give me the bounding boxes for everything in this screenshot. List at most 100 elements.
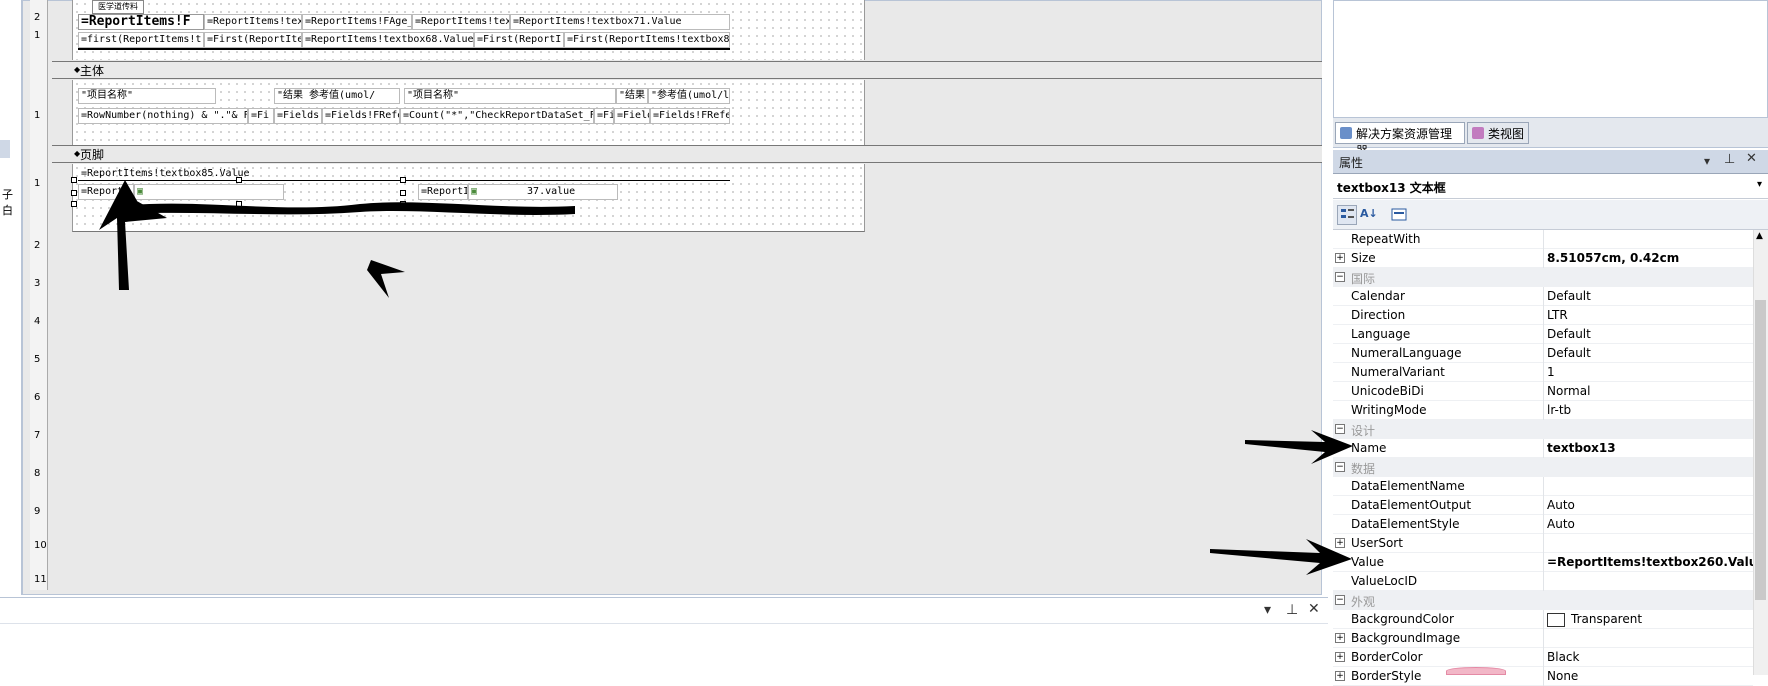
property-row[interactable]: BackgroundColor Transparent	[1333, 610, 1753, 629]
tab-class-view[interactable]: 类视图	[1467, 122, 1529, 144]
dropdown-icon[interactable]: ▾	[1264, 602, 1271, 618]
property-grid[interactable]: RepeatWith + Size 8.51057cm, 0.42cm − 国际 Calen…	[1333, 230, 1765, 686]
property-row[interactable]: UnicodeBiDi Normal	[1333, 382, 1753, 401]
property-row[interactable]: DataElementStyle Auto	[1333, 515, 1753, 534]
left-toolbox-strip: 子 白	[0, 0, 22, 595]
header-textbox[interactable]: =ReportItems!textbox71.Value	[510, 14, 730, 30]
header-textbox[interactable]: =ReportItems!textbox68.Value	[302, 32, 474, 48]
table-detail-cell[interactable]: =Fi	[248, 108, 274, 124]
property-value[interactable]: Default	[1547, 327, 1591, 341]
categorized-button[interactable]	[1337, 205, 1357, 225]
property-row[interactable]: RepeatWith	[1333, 230, 1753, 249]
table-header-cell[interactable]: "结果 参考值(umol/	[274, 88, 400, 104]
close-icon[interactable]: ✕	[1308, 601, 1320, 617]
scroll-up-icon[interactable]: ▲	[1756, 231, 1763, 241]
property-value[interactable]: 1	[1547, 365, 1555, 379]
pin-icon[interactable]: ⊥	[1724, 152, 1735, 167]
property-value[interactable]: lr-tb	[1547, 403, 1571, 417]
property-value[interactable]: Transparent	[1547, 612, 1642, 627]
selection-handle[interactable]	[236, 177, 242, 183]
header-textbox[interactable]: =ReportItems!tex	[204, 14, 302, 30]
header-textbox[interactable]: =first(ReportItems!t	[78, 32, 204, 48]
left-strip-char: 白	[2, 204, 13, 217]
header-textbox[interactable]: =First(ReportIte	[204, 32, 302, 48]
body-band-header[interactable]: 主体	[52, 61, 1322, 79]
property-name: Calendar	[1351, 289, 1405, 303]
header-textbox[interactable]: =ReportItems!F	[78, 14, 204, 30]
property-category[interactable]: − 外观	[1333, 591, 1753, 610]
collapse-icon[interactable]: −	[1335, 595, 1345, 605]
property-value[interactable]: Default	[1547, 346, 1591, 360]
selection-handle[interactable]	[400, 177, 406, 183]
close-icon[interactable]: ✕	[1746, 151, 1757, 166]
pin-icon[interactable]: ⊥	[1286, 602, 1298, 618]
property-category[interactable]: − 数据	[1333, 458, 1753, 477]
property-row[interactable]: DataElementName	[1333, 477, 1753, 496]
solution-explorer-content[interactable]	[1333, 0, 1768, 118]
object-selector[interactable]: textbox13 文本框 ▾	[1333, 175, 1768, 199]
property-row[interactable]: Name textbox13	[1333, 439, 1753, 458]
selection-handle[interactable]	[71, 201, 77, 207]
property-value[interactable]: Default	[1547, 289, 1591, 303]
property-category[interactable]: − 国际	[1333, 268, 1753, 287]
property-value[interactable]: None	[1547, 669, 1578, 683]
table-header-cell[interactable]: "参考值(umol/l	[648, 88, 730, 104]
expand-icon[interactable]: +	[1335, 633, 1345, 643]
header-textbox[interactable]: =First(ReportI	[474, 32, 564, 48]
table-detail-cell[interactable]: =Fields!FRefe	[322, 108, 400, 124]
property-row[interactable]: Direction LTR	[1333, 306, 1753, 325]
tab-solution-explorer[interactable]: 解决方案资源管理器	[1335, 122, 1465, 158]
property-row[interactable]: ValueLocID	[1333, 572, 1753, 591]
property-category[interactable]: − 设计	[1333, 420, 1753, 439]
table-detail-cell[interactable]: =RowNumber(nothing) & "."& Fie	[78, 108, 248, 124]
property-row[interactable]: + BorderStyle None	[1333, 667, 1753, 686]
ruler-mark: 1	[34, 110, 41, 121]
column-divider	[1543, 496, 1544, 515]
table-detail-cell[interactable]: =Count("*","CheckReportDataSet_F	[400, 108, 594, 124]
table-header-cell[interactable]: "项目名称"	[78, 88, 216, 104]
header-textbox[interactable]: =First(ReportItems!textbox83	[564, 32, 730, 48]
header-textbox[interactable]: =ReportItems!tex	[412, 14, 510, 30]
logo-image[interactable]: 医学道传料	[92, 0, 144, 14]
property-row[interactable]: DataElementOutput Auto	[1333, 496, 1753, 515]
property-row[interactable]: Language Default	[1333, 325, 1753, 344]
scrollbar-thumb[interactable]	[1755, 300, 1766, 600]
property-row[interactable]: WritingMode lr-tb	[1333, 401, 1753, 420]
expand-icon[interactable]: +	[1335, 652, 1345, 662]
property-row[interactable]: NumeralLanguage Default	[1333, 344, 1753, 363]
property-value[interactable]: =ReportItems!textbox260.Value	[1547, 555, 1765, 569]
property-row[interactable]: + Size 8.51057cm, 0.42cm	[1333, 249, 1753, 268]
collapsed-tab[interactable]	[0, 140, 10, 158]
property-value[interactable]: Normal	[1547, 384, 1590, 398]
collapse-icon[interactable]: −	[1335, 272, 1345, 282]
table-detail-cell[interactable]: =Fields	[274, 108, 322, 124]
property-row[interactable]: NumeralVariant 1	[1333, 363, 1753, 382]
property-row[interactable]: + BorderColor Black	[1333, 648, 1753, 667]
bottom-pane-header	[0, 600, 1328, 624]
property-row[interactable]: Value =ReportItems!textbox260.Value	[1333, 553, 1765, 572]
table-detail-cell[interactable]: =Fi	[594, 108, 614, 124]
property-row[interactable]: + BackgroundImage	[1333, 629, 1753, 648]
property-pages-button[interactable]	[1389, 205, 1409, 225]
property-value[interactable]: Auto	[1547, 498, 1575, 512]
expand-icon[interactable]: +	[1335, 671, 1345, 681]
property-value[interactable]: 8.51057cm, 0.42cm	[1547, 251, 1679, 265]
dropdown-icon[interactable]: ▾	[1704, 154, 1710, 168]
property-value[interactable]: LTR	[1547, 308, 1568, 322]
property-value[interactable]: Black	[1547, 650, 1579, 664]
header-textbox[interactable]: =ReportItems!FAge_	[302, 14, 412, 30]
table-header-cell[interactable]: "结果	[616, 88, 648, 104]
property-value[interactable]: textbox13	[1547, 441, 1616, 455]
table-header-cell[interactable]: "项目名称"	[404, 88, 616, 104]
alphabetical-button[interactable]: A↓	[1359, 205, 1379, 225]
expand-icon[interactable]: +	[1335, 253, 1345, 263]
page-header-band[interactable]	[72, 0, 865, 60]
property-value[interactable]: Auto	[1547, 517, 1575, 531]
table-detail-cell[interactable]: =Fields!FRefer	[650, 108, 730, 124]
selection-handle[interactable]	[71, 177, 77, 183]
property-row[interactable]: + UserSort	[1333, 534, 1753, 553]
property-row[interactable]: Calendar Default	[1333, 287, 1753, 306]
footer-band-header[interactable]: 页脚	[52, 145, 1322, 163]
selection-handle[interactable]	[71, 190, 77, 196]
table-detail-cell[interactable]: =Field	[614, 108, 650, 124]
